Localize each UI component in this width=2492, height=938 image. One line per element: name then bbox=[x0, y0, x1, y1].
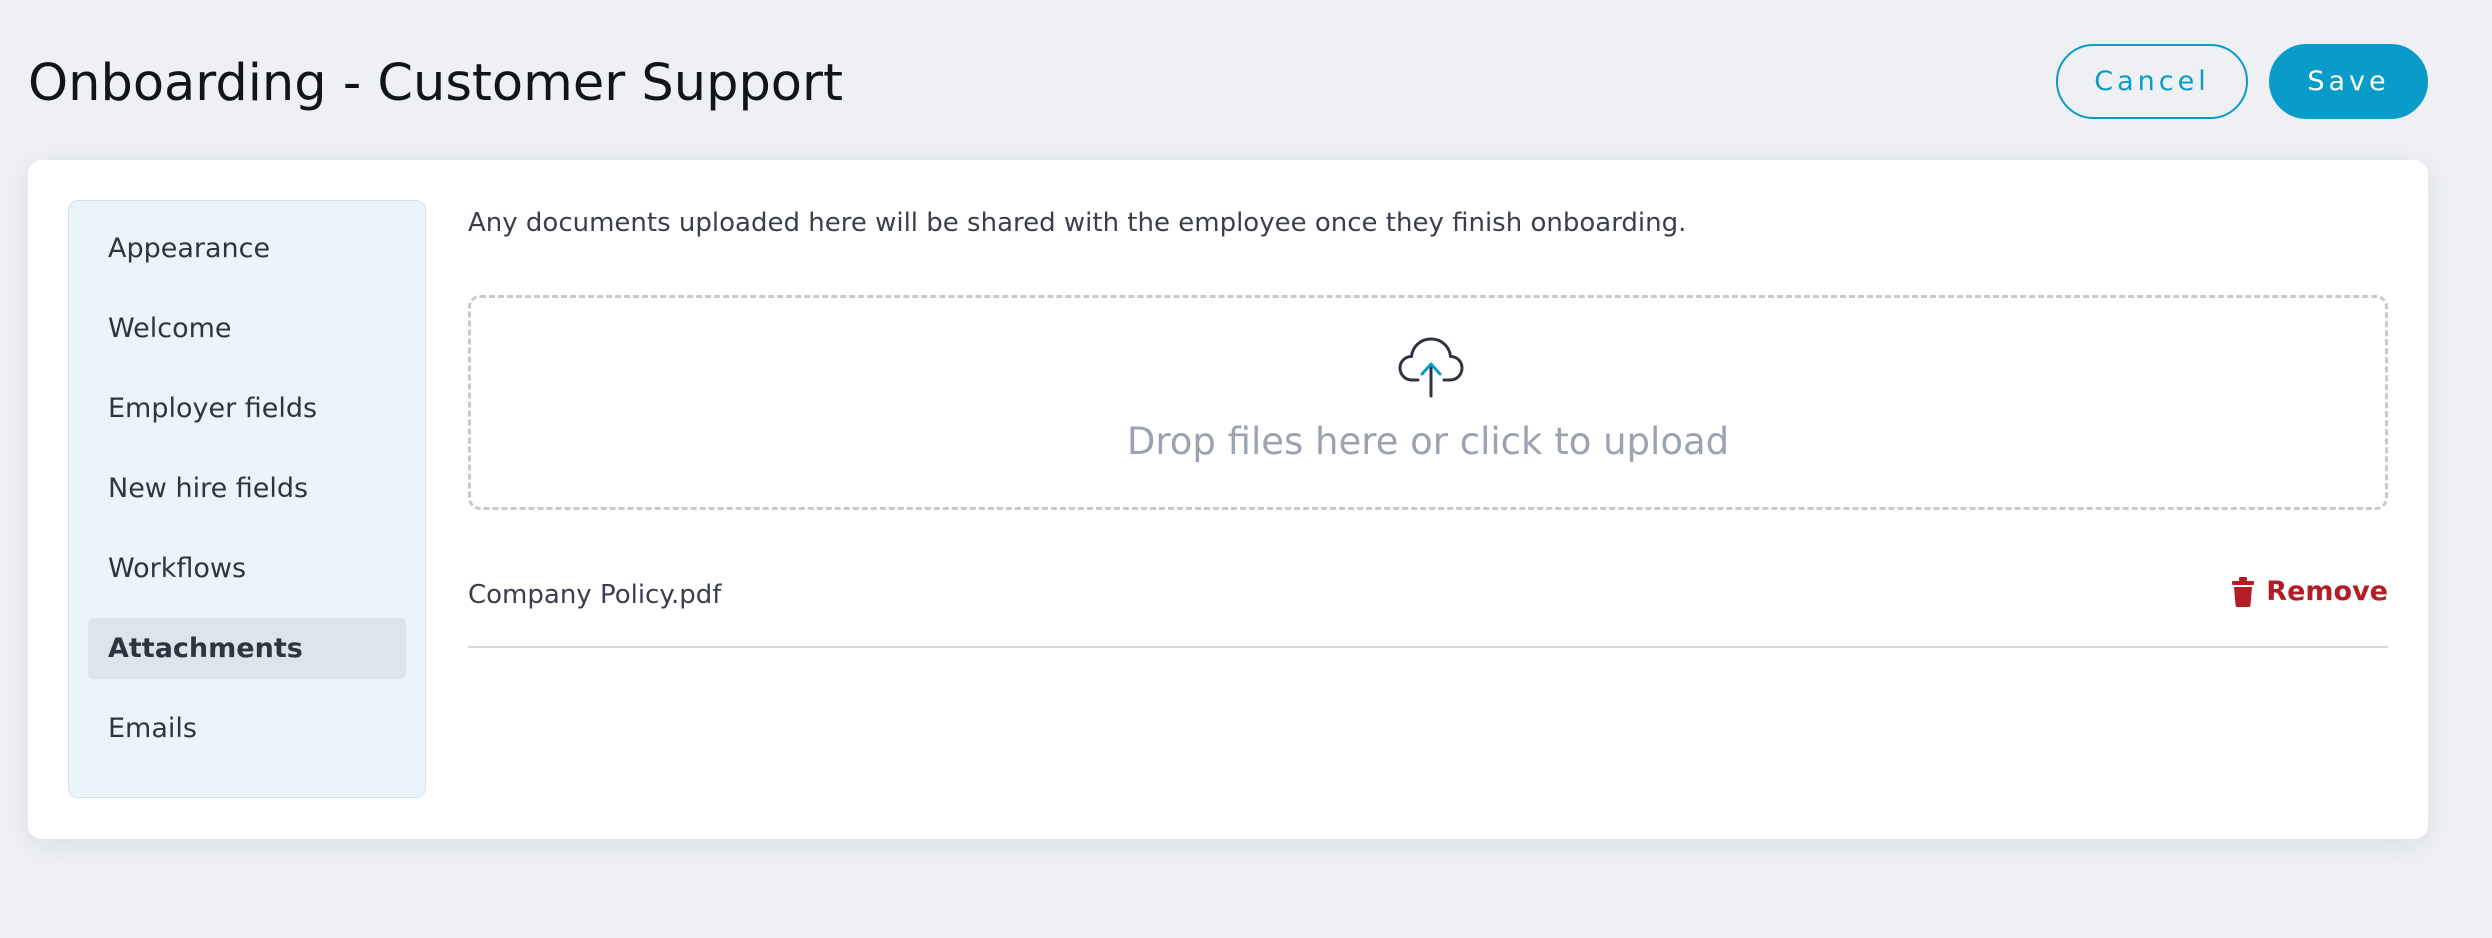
sidebar-item-attachments[interactable]: Attachments bbox=[88, 618, 406, 679]
dropzone-text: Drop files here or click to upload bbox=[1126, 420, 1730, 463]
remove-button[interactable]: Remove bbox=[2232, 576, 2388, 607]
sidebar: Appearance Welcome Employer fields New h… bbox=[68, 200, 426, 798]
file-name: Company Policy.pdf bbox=[468, 580, 722, 610]
upload-dropzone[interactable]: Drop files here or click to upload bbox=[468, 295, 2388, 510]
trash-icon bbox=[2232, 576, 2255, 607]
sidebar-item-welcome[interactable]: Welcome bbox=[88, 298, 406, 359]
sidebar-item-new-hire-fields[interactable]: New hire fields bbox=[88, 458, 406, 519]
intro-text: Any documents uploaded here will be shar… bbox=[468, 208, 1687, 238]
cancel-button[interactable]: Cancel bbox=[2056, 44, 2248, 119]
sidebar-item-workflows[interactable]: Workflows bbox=[88, 538, 406, 599]
remove-label: Remove bbox=[2266, 576, 2388, 607]
page-title: Onboarding - Customer Support bbox=[28, 54, 843, 113]
sidebar-item-appearance[interactable]: Appearance bbox=[88, 218, 406, 279]
attachments-panel: Any documents uploaded here will be shar… bbox=[468, 200, 2388, 648]
sidebar-item-employer-fields[interactable]: Employer fields bbox=[88, 378, 406, 439]
settings-card: Appearance Welcome Employer fields New h… bbox=[28, 160, 2428, 839]
file-row: Company Policy.pdf Remove bbox=[468, 576, 2388, 648]
cloud-upload-icon bbox=[1398, 337, 1464, 398]
sidebar-item-emails[interactable]: Emails bbox=[88, 698, 406, 759]
header-actions: Cancel Save bbox=[2056, 44, 2428, 119]
save-button[interactable]: Save bbox=[2269, 44, 2428, 119]
